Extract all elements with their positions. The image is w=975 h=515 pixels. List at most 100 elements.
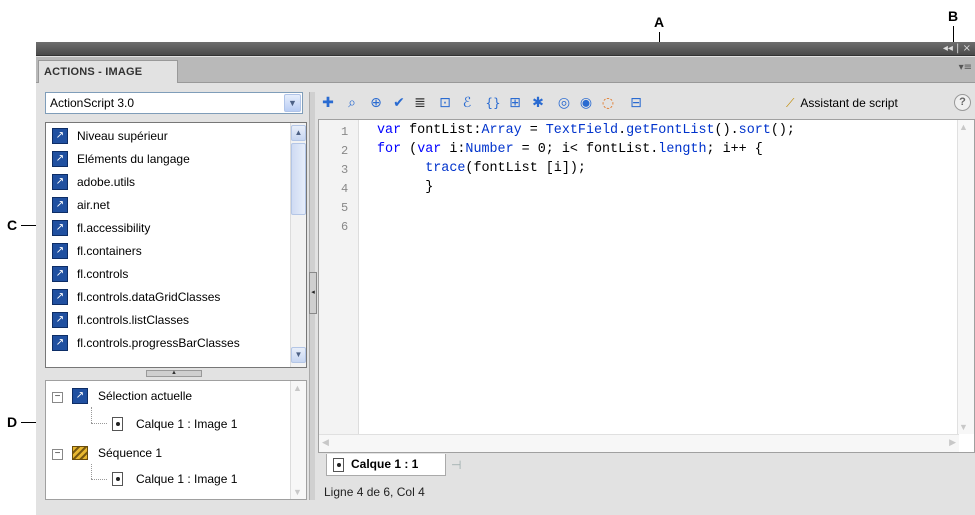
collapse-toggle[interactable]: −: [52, 449, 63, 460]
collapse-left-pane-handle[interactable]: ◂: [309, 272, 317, 314]
code-token: Number: [465, 142, 514, 157]
code-token: trace: [425, 161, 466, 176]
book-icon: ↗: [52, 151, 68, 167]
actions-toolbox: ↗ Niveau supérieur ↗ Eléments du langage ↗…: [45, 122, 307, 368]
book-icon: ↗: [52, 197, 68, 213]
line-number: 2: [341, 144, 349, 158]
panel-title-bar[interactable]: ◂◂ | ×: [36, 42, 975, 56]
scroll-down-icon[interactable]: ▼: [293, 487, 302, 497]
line-number: 4: [341, 182, 349, 196]
toolbox-item[interactable]: ↗ Eléments du langage: [52, 150, 288, 172]
toolbox-item[interactable]: ↗ Niveau supérieur: [52, 127, 288, 149]
expand-all-icon[interactable]: ✱: [528, 93, 548, 113]
book-icon: ↗: [52, 289, 68, 305]
toolbox-item[interactable]: ↗ fl.containers: [52, 242, 288, 264]
toolbox-item[interactable]: ↗ fl.accessibility: [52, 219, 288, 241]
auto-format-icon[interactable]: ≣: [410, 93, 430, 113]
line-comment-icon[interactable]: ◉: [576, 93, 596, 113]
scroll-down-icon[interactable]: ▼: [959, 422, 968, 432]
code-line[interactable]: for (var i:Number = 0; i< fontList.lengt…: [377, 142, 763, 157]
line-number: 1: [341, 125, 349, 139]
script-tab-bar: Calque 1 : 1 ⊣: [318, 454, 975, 476]
toolbox-item[interactable]: ↗ adobe.utils: [52, 173, 288, 195]
toolbox-toggle-icon[interactable]: ⊟: [626, 93, 646, 113]
find-icon[interactable]: ⌕: [342, 93, 362, 113]
code-token: fontList:: [401, 123, 482, 138]
code-token: (: [401, 142, 418, 157]
navigator-scrollbar[interactable]: ▲ ▼: [290, 381, 306, 499]
add-statement-icon[interactable]: ✚: [318, 93, 338, 113]
code-line[interactable]: trace(fontList [i]);: [377, 161, 586, 176]
scene-clapper-icon: [72, 446, 88, 460]
script-toolbar: ✚ ⌕ ⊕ ✔ ≣ ⊡ ℰ {} ⊞ ✱ ◎ ◉ ◌ ⊟ ⟋ Assistant …: [318, 90, 975, 116]
chevron-down-icon[interactable]: ▼: [284, 94, 301, 112]
code-token: (fontList [i]);: [465, 161, 586, 176]
scroll-down-icon[interactable]: ▼: [291, 347, 306, 363]
code-hint-icon[interactable]: ⊡: [435, 93, 455, 113]
code-token: = 0; i< fontList.: [513, 142, 659, 157]
code-line[interactable]: var fontList:Array = TextField.getFontLi…: [377, 123, 795, 138]
callout-b: B: [948, 8, 959, 24]
code-line[interactable]: }: [377, 180, 433, 195]
debug-options-icon[interactable]: ℰ: [457, 93, 477, 113]
tab-actions-image[interactable]: ACTIONS - IMAGE: [38, 60, 178, 83]
line-number-gutter: 1 2 3 4 5 6: [319, 120, 359, 434]
code-token: ().: [714, 123, 739, 138]
help-icon[interactable]: ?: [954, 94, 971, 111]
collapse-selection-icon[interactable]: ⊞: [505, 93, 525, 113]
scroll-thumb[interactable]: [291, 143, 306, 215]
scroll-up-icon[interactable]: ▲: [291, 125, 306, 141]
pin-script-icon[interactable]: ⊣: [451, 458, 461, 472]
code-token: ();: [770, 123, 795, 138]
actions-panel: ◂◂ | × ACTIONS - IMAGE ▾≡ ActionScript 3…: [36, 42, 975, 515]
editor-vertical-scrollbar[interactable]: ▲ ▼: [957, 120, 974, 434]
code-token: ; i++ {: [706, 142, 763, 157]
check-syntax-icon[interactable]: ✔: [389, 93, 409, 113]
book-icon: ↗: [52, 312, 68, 328]
toolbox-item[interactable]: ↗ fl.controls.listClasses: [52, 311, 288, 333]
remove-comment-icon[interactable]: ◌: [598, 93, 618, 113]
collapse-close-controls[interactable]: ◂◂ | ×: [943, 43, 971, 54]
book-icon: ↗: [52, 335, 68, 351]
language-select-value: ActionScript 3.0: [50, 96, 135, 110]
code-editor[interactable]: 1 2 3 4 5 6 var fontList:Array = TextFie…: [318, 119, 975, 453]
toolbox-scrollbar[interactable]: ▲ ▼: [290, 123, 306, 367]
scroll-left-icon[interactable]: ◀: [322, 437, 329, 448]
script-tab[interactable]: Calque 1 : 1: [326, 454, 446, 476]
tree-line: [91, 464, 92, 479]
line-number: 3: [341, 163, 349, 177]
code-token: sort: [738, 123, 771, 138]
language-select[interactable]: ActionScript 3.0 ▼: [45, 92, 303, 114]
status-line-col: Ligne 4 de 6, Col 4: [324, 485, 425, 499]
toolbox-item[interactable]: ↗ fl.controls: [52, 265, 288, 287]
magic-wand-icon: ⟋: [786, 96, 795, 110]
code-token: TextField: [545, 123, 619, 138]
book-icon: ↗: [52, 243, 68, 259]
toolbox-item[interactable]: ↗ air.net: [52, 196, 288, 218]
editor-horizontal-scrollbar[interactable]: ◀ ▶: [319, 434, 959, 452]
scroll-up-icon[interactable]: ▲: [293, 383, 302, 393]
code-token: var: [377, 123, 402, 138]
collapse-braces-icon[interactable]: {}: [483, 93, 503, 113]
scroll-up-icon[interactable]: ▲: [959, 122, 968, 132]
toolbox-item[interactable]: ↗ fl.controls.dataGridClasses: [52, 288, 288, 310]
collapse-toggle[interactable]: −: [52, 392, 63, 403]
tree-line: [91, 479, 107, 480]
scroll-right-icon[interactable]: ▶: [949, 437, 956, 448]
code-token: for: [377, 142, 402, 157]
tree-line: [91, 407, 92, 423]
book-icon: ↗: [52, 128, 68, 144]
block-comment-icon[interactable]: ◎: [554, 93, 574, 113]
script-assist-button[interactable]: ⟋ Assistant de script: [786, 93, 898, 113]
script-navigator: − ↗ Sélection actuelle Calque 1 : Image …: [45, 380, 307, 500]
panel-menu-icon[interactable]: ▾≡: [959, 62, 972, 73]
code-token: var: [417, 142, 442, 157]
frame-icon: [112, 472, 123, 486]
code-token: =: [521, 123, 546, 138]
target-icon[interactable]: ⊕: [366, 93, 386, 113]
callout-d: D: [7, 414, 18, 430]
book-icon: ↗: [72, 388, 88, 404]
toolbox-splitter-handle[interactable]: ▲: [146, 370, 202, 377]
toolbox-item[interactable]: ↗ fl.controls.progressBarClasses: [52, 334, 288, 356]
